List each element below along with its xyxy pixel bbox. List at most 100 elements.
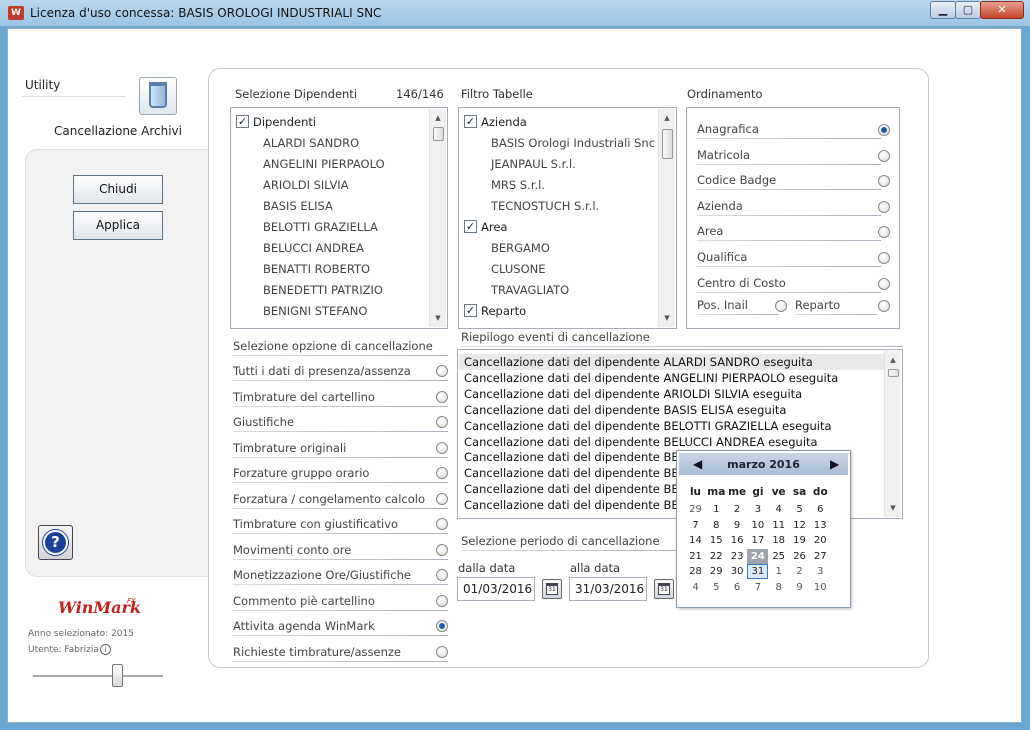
- calendar-day[interactable]: 7: [747, 580, 768, 595]
- app-icon[interactable]: W: [8, 6, 24, 20]
- calendar-popup[interactable]: ◀ marzo 2016 ▶ lu ma me gi ve sa do 29 1 2 3 4 5 6 7 8 9…: [676, 450, 851, 608]
- cancellazione-option[interactable]: Monetizzazione Ore/Giustifiche: [233, 566, 448, 586]
- calendar-day[interactable]: 14: [685, 533, 706, 548]
- calendar-month-title[interactable]: marzo 2016: [679, 458, 848, 471]
- list-item[interactable]: JEANPAUL S.r.l.: [491, 157, 576, 171]
- dipendenti-header[interactable]: Dipendenti: [253, 115, 316, 129]
- event-row[interactable]: Cancellazione dati del dipendente ANGELI…: [464, 371, 838, 385]
- scroll-down-icon[interactable]: ▼: [430, 311, 446, 325]
- scroll-up-icon[interactable]: ▲: [659, 111, 675, 125]
- scroll-thumb[interactable]: [888, 369, 899, 377]
- calendar-day[interactable]: 11: [768, 518, 789, 533]
- calendar-day[interactable]: 8: [768, 580, 789, 595]
- dalla-data-input[interactable]: 01/03/2016: [457, 577, 535, 601]
- scroll-down-icon[interactable]: ▼: [659, 311, 675, 325]
- calendar-day[interactable]: 22: [706, 549, 727, 564]
- calendar-day[interactable]: 29: [685, 502, 706, 517]
- cancellazione-radio[interactable]: [436, 492, 448, 505]
- calendar-day[interactable]: 25: [768, 549, 789, 564]
- calendar-day[interactable]: 8: [706, 518, 727, 533]
- reparto-radio[interactable]: [878, 300, 890, 312]
- ordinamento-radio[interactable]: [878, 175, 890, 188]
- cancellazione-option[interactable]: Timbrature del cartellino: [233, 388, 448, 408]
- calendar-day[interactable]: 9: [789, 580, 810, 595]
- list-item[interactable]: MRS S.r.l.: [491, 178, 545, 192]
- calendar-day[interactable]: 12: [789, 518, 810, 533]
- calendar-day[interactable]: 10: [810, 580, 831, 595]
- cancellazione-radio[interactable]: [436, 645, 448, 658]
- event-row[interactable]: Cancellazione dati del dipendente BENE: [464, 466, 695, 480]
- calendar-day[interactable]: 7: [685, 518, 706, 533]
- calendar-day[interactable]: 17: [747, 533, 768, 548]
- cancellazione-radio[interactable]: [436, 518, 448, 530]
- ordinamento-option[interactable]: Azienda: [697, 197, 891, 217]
- list-item[interactable]: BASIS Orologi Industriali Snc: [491, 136, 655, 150]
- cancellazione-option[interactable]: Commento piè cartellino: [233, 592, 448, 612]
- scroll-up-icon[interactable]: ▲: [430, 111, 446, 125]
- cancellazione-radio[interactable]: [436, 620, 448, 632]
- list-item[interactable]: ANGELINI PIERPAOLO: [263, 157, 385, 171]
- cancellazione-radio[interactable]: [436, 594, 448, 607]
- calendar-day[interactable]: 10: [747, 518, 768, 533]
- azienda-header[interactable]: Azienda: [481, 115, 527, 129]
- calendar-day[interactable]: 23: [727, 549, 748, 564]
- zoom-slider-thumb[interactable]: [112, 664, 123, 687]
- cancellazione-archivi-button[interactable]: [139, 77, 177, 115]
- list-item[interactable]: TECNOSTUCH S.r.l.: [491, 199, 599, 213]
- cancellazione-option[interactable]: Richieste timbrature/assenze: [233, 643, 448, 663]
- area-checkbox[interactable]: ✓: [464, 220, 477, 233]
- reparto-header[interactable]: Reparto: [481, 304, 526, 318]
- dipendenti-checkbox[interactable]: ✓: [236, 115, 249, 128]
- filtro-scrollbar[interactable]: ▲ ▼: [658, 109, 675, 327]
- ordinamento-option[interactable]: Centro di Costo: [697, 274, 891, 294]
- calendar-day[interactable]: 30: [727, 564, 748, 579]
- scroll-thumb[interactable]: [662, 129, 673, 159]
- calendar-day[interactable]: 24: [747, 548, 769, 564]
- applica-button[interactable]: Applica: [73, 211, 163, 240]
- ordinamento-option[interactable]: Anagrafica: [697, 120, 891, 140]
- list-item[interactable]: BENATTI ROBERTO: [263, 262, 370, 276]
- calendar-day[interactable]: 5: [789, 502, 810, 517]
- list-item[interactable]: BELOTTI GRAZIELLA: [263, 220, 378, 234]
- ordinamento-radio[interactable]: [878, 200, 890, 213]
- list-item[interactable]: ALARDI SANDRO: [263, 136, 359, 150]
- zoom-slider-track[interactable]: [33, 675, 163, 677]
- chiudi-button[interactable]: Chiudi: [73, 175, 163, 204]
- filtro-list[interactable]: ✓ Azienda BASIS Orologi Industriali Snc J…: [458, 107, 677, 329]
- ordinamento-radio[interactable]: [878, 149, 890, 162]
- cancellazione-radio[interactable]: [436, 390, 448, 403]
- calendar-day[interactable]: 29: [706, 564, 727, 579]
- calendar-day[interactable]: 3: [810, 564, 831, 579]
- event-row[interactable]: Cancellazione dati del dipendente ARIOLD…: [464, 387, 802, 401]
- calendar-day[interactable]: 9: [727, 518, 748, 533]
- cancellazione-option[interactable]: Giustifiche: [233, 413, 448, 433]
- list-item[interactable]: BENEDETTI PATRIZIO: [263, 283, 383, 297]
- dipendenti-list[interactable]: ✓ Dipendenti ALARDI SANDRO ANGELINI PIERP…: [230, 107, 448, 329]
- calendar-day[interactable]: 1: [706, 502, 727, 517]
- event-row[interactable]: Cancellazione dati del dipendente BENIG: [464, 482, 700, 496]
- event-row[interactable]: Cancellazione dati del dipendente BASIS …: [464, 403, 786, 417]
- event-row[interactable]: Cancellazione dati del dipendente BENA: [464, 450, 695, 464]
- calendar-day[interactable]: 1: [768, 564, 789, 579]
- close-button[interactable]: ✕: [980, 1, 1024, 19]
- cancellazione-radio[interactable]: [436, 441, 448, 454]
- calendar-day[interactable]: 2: [789, 564, 810, 579]
- calendar-day[interactable]: 3: [747, 502, 768, 517]
- maximize-button[interactable]: ▢: [955, 1, 981, 19]
- reparto-checkbox[interactable]: ✓: [464, 304, 477, 317]
- cancellazione-radio[interactable]: [436, 467, 448, 479]
- calendar-day[interactable]: 26: [789, 549, 810, 564]
- alla-data-calendar-button[interactable]: 31: [654, 579, 674, 599]
- calendar-day[interactable]: 2: [727, 502, 748, 517]
- cancellazione-radio[interactable]: [436, 543, 448, 556]
- cancellazione-option[interactable]: Forzatura / congelamento calcolo: [233, 490, 448, 510]
- calendar-day[interactable]: 4: [768, 502, 789, 517]
- ordinamento-option[interactable]: Area: [697, 222, 891, 242]
- area-header[interactable]: Area: [481, 220, 507, 234]
- event-row[interactable]: Cancellazione dati del dipendente BELOTT…: [464, 419, 832, 433]
- ordinamento-radio[interactable]: [878, 226, 890, 239]
- list-item[interactable]: ARIOLDI SILVIA: [263, 178, 349, 192]
- ordinamento-option[interactable]: Matricola: [697, 146, 891, 166]
- ordinamento-option-reparto[interactable]: Reparto: [795, 296, 891, 316]
- ordinamento-option-pos-inail[interactable]: Pos. Inail: [697, 296, 789, 316]
